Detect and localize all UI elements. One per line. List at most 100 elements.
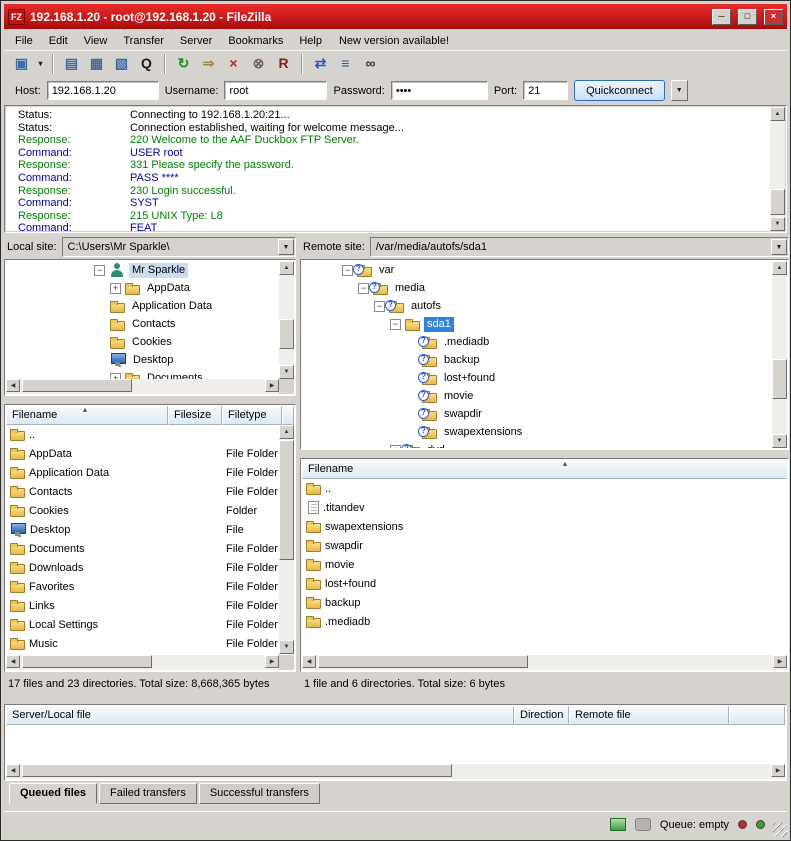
tree-expander-icon[interactable]: −	[358, 283, 369, 294]
tree-item-desktop[interactable]: Desktop	[130, 353, 176, 368]
tree-expander-icon[interactable]: +	[390, 445, 401, 449]
local-file-row[interactable]: FavoritesFile Folder	[6, 577, 279, 596]
local-tree-vscrollbar[interactable]	[279, 261, 294, 379]
scroll-thumb[interactable]	[279, 440, 294, 560]
remote-list-hscrollbar[interactable]	[302, 655, 787, 670]
remote-file-row[interactable]: .mediadb	[302, 612, 787, 631]
local-file-row[interactable]: MusicFile Folder	[6, 634, 279, 653]
tree-expander-icon[interactable]: +	[110, 283, 121, 294]
remote-tree-row[interactable]: .mediadb	[302, 333, 772, 351]
quickconnect-button[interactable]: Quickconnect	[574, 80, 665, 101]
tree-expander-icon[interactable]: −	[390, 319, 401, 330]
local-file-row[interactable]: LinksFile Folder	[6, 596, 279, 615]
local-column-header-filetype[interactable]: Filetype	[222, 406, 282, 425]
menu-file[interactable]: File	[7, 33, 41, 49]
minimize-button[interactable]: ─	[712, 9, 731, 25]
combo-dropdown-icon[interactable]	[278, 239, 294, 255]
remote-file-row[interactable]: swapextensions	[302, 517, 787, 536]
tree-item-movie[interactable]: movie	[441, 389, 476, 404]
remote-tree-row[interactable]: swapextensions	[302, 423, 772, 441]
tree-item-swapextensions[interactable]: swapextensions	[441, 425, 525, 440]
local-tree-row[interactable]: Contacts	[6, 315, 279, 333]
find-files-icon[interactable]: ∞	[358, 53, 383, 75]
remote-tree-row[interactable]: − autofs	[302, 297, 772, 315]
close-button[interactable]: ×	[764, 9, 783, 25]
queue-column-header-server-local-file[interactable]: Server/Local file	[6, 706, 514, 725]
remote-tree-toggle-icon[interactable]: ▧	[109, 53, 134, 75]
scroll-right-icon[interactable]	[265, 655, 279, 668]
tree-item-application-data[interactable]: Application Data	[129, 299, 215, 314]
username-input[interactable]	[224, 81, 327, 100]
scroll-right-icon[interactable]	[773, 655, 787, 668]
scroll-thumb[interactable]	[22, 655, 152, 668]
new-version-notice[interactable]: New version available!	[330, 33, 458, 49]
menu-edit[interactable]: Edit	[41, 33, 76, 49]
scroll-down-icon[interactable]	[279, 640, 294, 654]
scroll-thumb[interactable]	[770, 189, 785, 215]
process-queue-icon[interactable]: ⇒	[196, 53, 221, 75]
scroll-up-icon[interactable]	[279, 425, 294, 439]
queue-column-header-remote-file[interactable]: Remote file	[569, 706, 729, 725]
local-file-row[interactable]: CookiesFolder	[6, 501, 279, 520]
tree-item-cookies[interactable]: Cookies	[129, 335, 175, 350]
menu-help[interactable]: Help	[291, 33, 330, 49]
tree-item-swapdir[interactable]: swapdir	[441, 407, 485, 422]
scroll-thumb[interactable]	[22, 764, 452, 777]
scroll-thumb[interactable]	[22, 379, 132, 392]
local-file-row[interactable]: AppDataFile Folder	[6, 444, 279, 463]
tree-item-var[interactable]: var	[376, 263, 397, 278]
menu-bookmarks[interactable]: Bookmarks	[220, 33, 291, 49]
tree-item-media[interactable]: media	[392, 281, 428, 296]
local-file-row[interactable]: ..	[6, 425, 279, 444]
log-splitter[interactable]	[4, 233, 787, 241]
local-file-row[interactable]: DownloadsFile Folder	[6, 558, 279, 577]
tab-successful-transfers[interactable]: Successful transfers	[199, 783, 320, 804]
local-file-row[interactable]: DocumentsFile Folder	[6, 539, 279, 558]
tree-item-appdata[interactable]: AppData	[144, 281, 193, 296]
title-bar[interactable]: FZ 192.168.1.20 - root@192.168.1.20 - Fi…	[4, 4, 787, 29]
remote-tree-row[interactable]: movie	[302, 387, 772, 405]
tree-item-contacts[interactable]: Contacts	[129, 317, 178, 332]
queue-hscrollbar[interactable]	[6, 764, 785, 779]
display-icon[interactable]	[610, 818, 626, 831]
scroll-up-icon[interactable]	[279, 261, 294, 275]
local-tree-row[interactable]: Application Data	[6, 297, 279, 315]
tree-item-autofs[interactable]: autofs	[408, 299, 444, 314]
local-tree-toggle-icon[interactable]: ▦	[84, 53, 109, 75]
local-file-row[interactable]: ContactsFile Folder	[6, 482, 279, 501]
remote-tree-row[interactable]: + dvd	[302, 441, 772, 448]
transfer-queue-toggle-icon[interactable]: Q	[134, 53, 159, 75]
scroll-left-icon[interactable]	[302, 655, 316, 668]
remote-file-row[interactable]: movie	[302, 555, 787, 574]
scroll-up-icon[interactable]	[770, 107, 785, 121]
tab-queued-files[interactable]: Queued files	[9, 783, 97, 804]
menu-view[interactable]: View	[76, 33, 116, 49]
message-log-toggle-icon[interactable]: ▤	[59, 53, 84, 75]
scroll-left-icon[interactable]	[6, 379, 20, 392]
queue-splitter[interactable]	[4, 695, 787, 703]
remote-tree-row[interactable]: −sda1	[302, 315, 772, 333]
reconnect-icon[interactable]: R	[271, 53, 296, 75]
tree-item-lost-found[interactable]: lost+found	[441, 371, 498, 386]
local-column-header-filesize[interactable]: Filesize	[168, 406, 222, 425]
remote-tree-row[interactable]: swapdir	[302, 405, 772, 423]
remote-file-row[interactable]: lost+found	[302, 574, 787, 593]
menu-server[interactable]: Server	[172, 33, 220, 49]
local-column-header-filename[interactable]: Filename	[6, 406, 168, 425]
site-manager-icon[interactable]: ▣	[9, 53, 34, 75]
tree-item-dvd[interactable]: dvd	[424, 443, 448, 449]
maximize-button[interactable]: □	[738, 9, 757, 25]
quickconnect-dropdown-button[interactable]	[671, 80, 688, 101]
cancel-icon[interactable]: ×	[221, 53, 246, 75]
local-tree-splitter[interactable]	[4, 396, 296, 404]
local-tree-row[interactable]: Desktop	[6, 351, 279, 369]
local-file-row[interactable]: Application DataFile Folder	[6, 463, 279, 482]
combo-dropdown-icon[interactable]	[771, 239, 787, 255]
remote-tree-splitter[interactable]	[300, 450, 787, 458]
local-tree-hscrollbar[interactable]	[6, 379, 279, 394]
scroll-right-icon[interactable]	[771, 764, 785, 777]
local-tree-row[interactable]: +Documents	[6, 369, 279, 379]
scroll-thumb[interactable]	[318, 655, 528, 668]
password-input[interactable]	[391, 81, 488, 100]
tree-expander-icon[interactable]: −	[374, 301, 385, 312]
